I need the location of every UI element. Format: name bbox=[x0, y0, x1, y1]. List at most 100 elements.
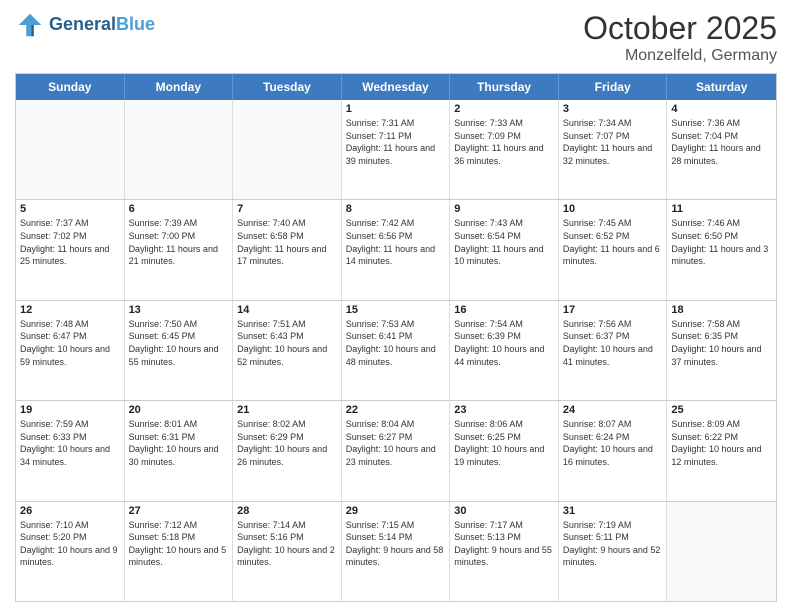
day-info: Sunrise: 7:19 AM Sunset: 5:11 PM Dayligh… bbox=[563, 519, 663, 569]
day-info: Sunrise: 7:54 AM Sunset: 6:39 PM Dayligh… bbox=[454, 318, 554, 368]
day-cell: 25Sunrise: 8:09 AM Sunset: 6:22 PM Dayli… bbox=[667, 401, 776, 500]
day-cell: 13 Sunrise: 7:50 AM Sunset: 6:45 PM Dayli… bbox=[125, 301, 234, 400]
day-cell bbox=[125, 100, 234, 199]
day-header-saturday: Saturday bbox=[667, 74, 776, 100]
day-number: 20 bbox=[129, 404, 229, 416]
day-header-friday: Friday bbox=[559, 74, 668, 100]
day-number: 21 bbox=[237, 404, 337, 416]
day-cell: 23 Sunrise: 8:06 AM Sunset: 6:25 PM Dayli… bbox=[450, 401, 559, 500]
day-info: Sunrise: 7:34 AM Sunset: 7:07 PM Dayligh… bbox=[563, 117, 663, 167]
calendar-body: 1 Sunrise: 7:31 AM Sunset: 7:11 PM Daylig… bbox=[16, 100, 776, 601]
day-cell: 28 Sunrise: 7:14 AM Sunset: 5:16 PM Dayli… bbox=[233, 502, 342, 601]
day-cell: 9 Sunrise: 7:43 AM Sunset: 6:54 PM Daylig… bbox=[450, 200, 559, 299]
day-number: 6 bbox=[129, 203, 229, 215]
day-cell: 29Sunrise: 7:15 AM Sunset: 5:14 PM Dayli… bbox=[342, 502, 451, 601]
day-number: 22 bbox=[346, 404, 446, 416]
day-number: 18 bbox=[671, 304, 772, 316]
week-row: 1 Sunrise: 7:31 AM Sunset: 7:11 PM Daylig… bbox=[16, 100, 776, 199]
day-header-wednesday: Wednesday bbox=[342, 74, 451, 100]
day-cell: 30 Sunrise: 7:17 AM Sunset: 5:13 PM Dayli… bbox=[450, 502, 559, 601]
day-info: Sunrise: 7:45 AM Sunset: 6:52 PM Dayligh… bbox=[563, 217, 663, 267]
day-info: Sunrise: 7:53 AM Sunset: 6:41 PM Dayligh… bbox=[346, 318, 446, 368]
day-info: Sunrise: 7:46 AM Sunset: 6:50 PM Dayligh… bbox=[671, 217, 772, 267]
day-cell: 12Sunrise: 7:48 AM Sunset: 6:47 PM Dayli… bbox=[16, 301, 125, 400]
day-number: 13 bbox=[129, 304, 229, 316]
day-number: 15 bbox=[346, 304, 446, 316]
week-row: 5Sunrise: 7:37 AM Sunset: 7:02 PM Daylig… bbox=[16, 199, 776, 299]
day-number: 16 bbox=[454, 304, 554, 316]
day-number: 30 bbox=[454, 505, 554, 517]
calendar: SundayMondayTuesdayWednesdayThursdayFrid… bbox=[15, 73, 777, 602]
day-number: 11 bbox=[671, 203, 772, 215]
day-info: Sunrise: 7:15 AM Sunset: 5:14 PM Dayligh… bbox=[346, 519, 446, 569]
day-info: Sunrise: 7:31 AM Sunset: 7:11 PM Dayligh… bbox=[346, 117, 446, 167]
day-cell bbox=[667, 502, 776, 601]
logo-blue: Blue bbox=[116, 14, 155, 34]
day-cell: 11 Sunrise: 7:46 AM Sunset: 6:50 PM Dayli… bbox=[667, 200, 776, 299]
day-number: 24 bbox=[563, 404, 663, 416]
day-number: 19 bbox=[20, 404, 120, 416]
day-cell: 6Sunrise: 7:39 AM Sunset: 7:00 PM Daylig… bbox=[125, 200, 234, 299]
day-info: Sunrise: 7:43 AM Sunset: 6:54 PM Dayligh… bbox=[454, 217, 554, 267]
day-cell: 1 Sunrise: 7:31 AM Sunset: 7:11 PM Daylig… bbox=[342, 100, 451, 199]
day-info: Sunrise: 8:01 AM Sunset: 6:31 PM Dayligh… bbox=[129, 418, 229, 468]
day-cell: 27Sunrise: 7:12 AM Sunset: 5:18 PM Dayli… bbox=[125, 502, 234, 601]
day-cell: 19 Sunrise: 7:59 AM Sunset: 6:33 PM Dayli… bbox=[16, 401, 125, 500]
day-cell: 21 Sunrise: 8:02 AM Sunset: 6:29 PM Dayli… bbox=[233, 401, 342, 500]
day-info: Sunrise: 8:02 AM Sunset: 6:29 PM Dayligh… bbox=[237, 418, 337, 468]
day-cell: 15 Sunrise: 7:53 AM Sunset: 6:41 PM Dayli… bbox=[342, 301, 451, 400]
day-cell: 26Sunrise: 7:10 AM Sunset: 5:20 PM Dayli… bbox=[16, 502, 125, 601]
logo-general: General bbox=[49, 14, 116, 34]
logo: GeneralBlue bbox=[15, 10, 155, 40]
day-number: 31 bbox=[563, 505, 663, 517]
day-info: Sunrise: 7:50 AM Sunset: 6:45 PM Dayligh… bbox=[129, 318, 229, 368]
day-number: 26 bbox=[20, 505, 120, 517]
day-info: Sunrise: 7:36 AM Sunset: 7:04 PM Dayligh… bbox=[671, 117, 772, 167]
day-header-tuesday: Tuesday bbox=[233, 74, 342, 100]
day-info: Sunrise: 7:14 AM Sunset: 5:16 PM Dayligh… bbox=[237, 519, 337, 569]
day-number: 14 bbox=[237, 304, 337, 316]
day-cell bbox=[233, 100, 342, 199]
day-cell: 4 Sunrise: 7:36 AM Sunset: 7:04 PM Daylig… bbox=[667, 100, 776, 199]
day-cell: 16 Sunrise: 7:54 AM Sunset: 6:39 PM Dayli… bbox=[450, 301, 559, 400]
day-info: Sunrise: 7:17 AM Sunset: 5:13 PM Dayligh… bbox=[454, 519, 554, 569]
day-number: 1 bbox=[346, 103, 446, 115]
day-header-monday: Monday bbox=[125, 74, 234, 100]
day-info: Sunrise: 7:42 AM Sunset: 6:56 PM Dayligh… bbox=[346, 217, 446, 267]
day-number: 3 bbox=[563, 103, 663, 115]
day-header-thursday: Thursday bbox=[450, 74, 559, 100]
day-number: 7 bbox=[237, 203, 337, 215]
day-info: Sunrise: 7:12 AM Sunset: 5:18 PM Dayligh… bbox=[129, 519, 229, 569]
day-number: 2 bbox=[454, 103, 554, 115]
day-cell: 14 Sunrise: 7:51 AM Sunset: 6:43 PM Dayli… bbox=[233, 301, 342, 400]
day-number: 28 bbox=[237, 505, 337, 517]
day-number: 8 bbox=[346, 203, 446, 215]
logo-text: GeneralBlue bbox=[49, 15, 155, 35]
day-info: Sunrise: 8:06 AM Sunset: 6:25 PM Dayligh… bbox=[454, 418, 554, 468]
day-info: Sunrise: 7:37 AM Sunset: 7:02 PM Dayligh… bbox=[20, 217, 120, 267]
day-info: Sunrise: 7:40 AM Sunset: 6:58 PM Dayligh… bbox=[237, 217, 337, 267]
day-info: Sunrise: 7:48 AM Sunset: 6:47 PM Dayligh… bbox=[20, 318, 120, 368]
day-info: Sunrise: 8:09 AM Sunset: 6:22 PM Dayligh… bbox=[671, 418, 772, 468]
day-cell: 17Sunrise: 7:56 AM Sunset: 6:37 PM Dayli… bbox=[559, 301, 668, 400]
day-cell: 8 Sunrise: 7:42 AM Sunset: 6:56 PM Daylig… bbox=[342, 200, 451, 299]
day-cell: 5Sunrise: 7:37 AM Sunset: 7:02 PM Daylig… bbox=[16, 200, 125, 299]
day-headers: SundayMondayTuesdayWednesdayThursdayFrid… bbox=[16, 74, 776, 100]
day-cell bbox=[16, 100, 125, 199]
day-cell: 7 Sunrise: 7:40 AM Sunset: 6:58 PM Daylig… bbox=[233, 200, 342, 299]
day-info: Sunrise: 7:59 AM Sunset: 6:33 PM Dayligh… bbox=[20, 418, 120, 468]
month-title: October 2025 bbox=[583, 10, 777, 47]
day-number: 23 bbox=[454, 404, 554, 416]
day-cell: 31 Sunrise: 7:19 AM Sunset: 5:11 PM Dayli… bbox=[559, 502, 668, 601]
day-info: Sunrise: 7:51 AM Sunset: 6:43 PM Dayligh… bbox=[237, 318, 337, 368]
day-info: Sunrise: 7:58 AM Sunset: 6:35 PM Dayligh… bbox=[671, 318, 772, 368]
day-cell: 24Sunrise: 8:07 AM Sunset: 6:24 PM Dayli… bbox=[559, 401, 668, 500]
day-cell: 20 Sunrise: 8:01 AM Sunset: 6:31 PM Dayli… bbox=[125, 401, 234, 500]
day-cell: 2Sunrise: 7:33 AM Sunset: 7:09 PM Daylig… bbox=[450, 100, 559, 199]
day-header-sunday: Sunday bbox=[16, 74, 125, 100]
day-number: 17 bbox=[563, 304, 663, 316]
day-number: 4 bbox=[671, 103, 772, 115]
day-cell: 3 Sunrise: 7:34 AM Sunset: 7:07 PM Daylig… bbox=[559, 100, 668, 199]
logo-icon bbox=[15, 10, 45, 40]
day-number: 9 bbox=[454, 203, 554, 215]
